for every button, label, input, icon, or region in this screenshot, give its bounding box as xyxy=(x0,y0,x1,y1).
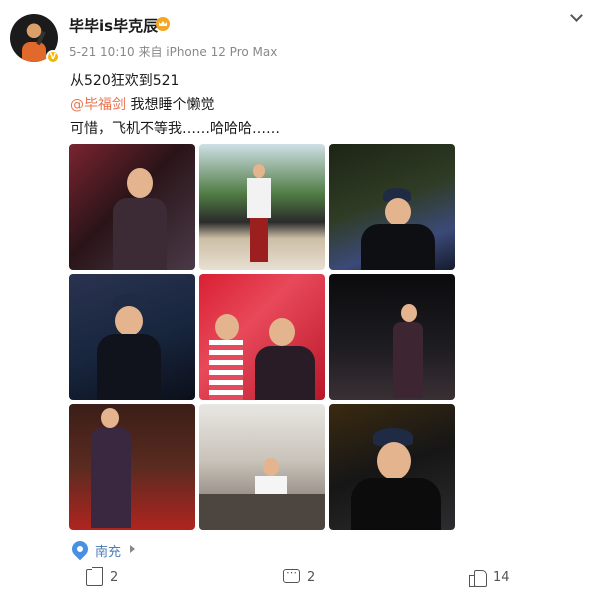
photo-3-face xyxy=(385,198,411,226)
photo-4-face xyxy=(115,306,143,336)
verified-badge-icon: V xyxy=(46,50,60,64)
photo-9-face xyxy=(377,442,411,480)
photo-7-suit xyxy=(91,428,131,528)
photo-7-face xyxy=(101,408,119,428)
photo-3-shirt xyxy=(361,224,435,270)
photo-2-shirt xyxy=(247,178,271,218)
post-text-line-1: 从520狂欢到521 xyxy=(70,73,180,89)
comment-icon xyxy=(283,566,300,583)
photo-1-face xyxy=(127,168,153,198)
photo-2-pants xyxy=(250,218,268,262)
photo-8[interactable] xyxy=(199,404,325,530)
photo-3[interactable] xyxy=(329,144,455,270)
photo-8-face xyxy=(263,458,279,476)
share-icon xyxy=(86,567,103,586)
photo-6-face xyxy=(401,304,417,322)
post-text-line-2: @毕福剑 我想睡个懒觉 xyxy=(70,94,214,114)
post-meta: 5-21 10:10 来自 iPhone 12 Pro Max xyxy=(69,45,278,59)
photo-5-face xyxy=(269,318,295,346)
crown-badge-icon[interactable] xyxy=(156,17,170,31)
like-count: 14 xyxy=(493,570,510,585)
comment-count: 2 xyxy=(307,570,316,585)
mention-link[interactable]: @毕福剑 xyxy=(70,97,126,113)
photo-9-shirt xyxy=(351,478,441,530)
chevron-down-icon[interactable] xyxy=(570,10,582,22)
photo-5[interactable] xyxy=(199,274,325,400)
photo-2[interactable] xyxy=(199,144,325,270)
post-text-line-2-rest: 我想睡个懒觉 xyxy=(126,97,215,113)
share-count: 2 xyxy=(110,570,119,585)
chevron-right-icon[interactable] xyxy=(130,545,135,553)
photo-5-child-shirt xyxy=(209,340,243,400)
photo-1-jacket xyxy=(113,198,167,270)
photo-5-jacket xyxy=(255,346,315,400)
photo-4[interactable] xyxy=(69,274,195,400)
location-label[interactable]: 南充 xyxy=(95,541,121,560)
username[interactable]: 毕毕is毕克辰 xyxy=(69,15,158,36)
photo-9[interactable] xyxy=(329,404,455,530)
photo-8-floor xyxy=(199,494,325,530)
photo-2-face xyxy=(253,164,265,178)
avatar-shirt xyxy=(22,42,46,62)
photo-6[interactable] xyxy=(329,274,455,400)
photo-7[interactable] xyxy=(69,404,195,530)
location-pin-icon[interactable] xyxy=(68,537,92,561)
post-text-line-3: 可惜，飞机不等我……哈哈哈…… xyxy=(70,121,280,137)
photo-grid xyxy=(69,144,455,530)
photo-1[interactable] xyxy=(69,144,195,270)
photo-4-shirt xyxy=(97,334,161,400)
thumbs-up-icon xyxy=(469,569,487,587)
photo-5-child-face xyxy=(215,314,239,340)
photo-6-suit xyxy=(393,322,423,398)
